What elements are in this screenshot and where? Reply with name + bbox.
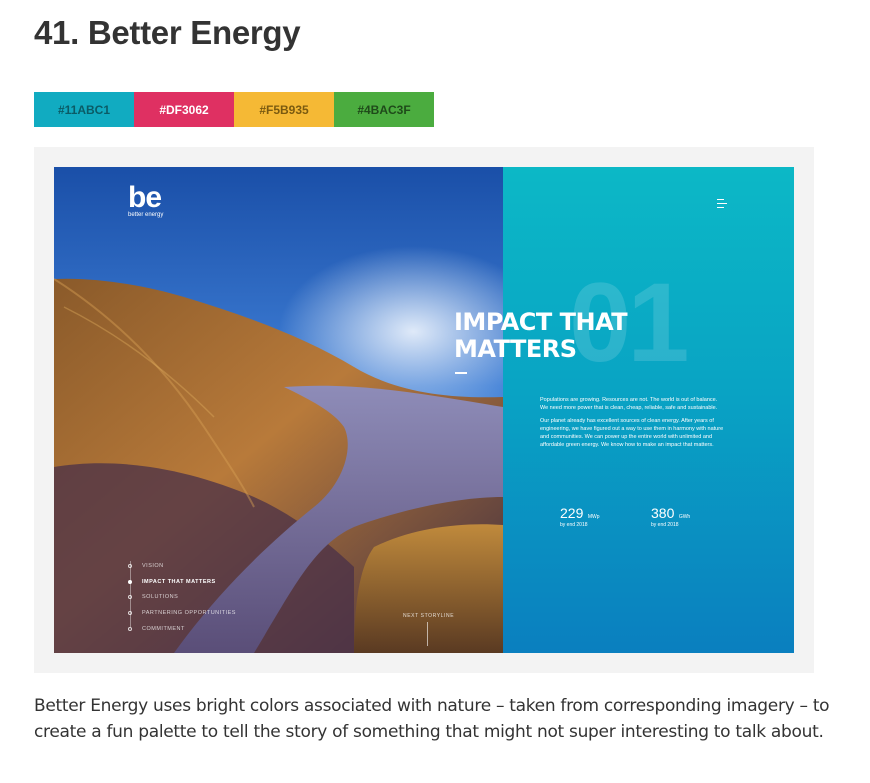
nav-dot-icon [128,579,132,584]
stat-note: by end 2018 [560,522,588,528]
nav-item-label: COMMITMENT [142,625,185,632]
stat-capacity: 229 MWp by end 2018 [560,505,599,528]
next-storyline-link[interactable]: NEXT STORYLINE [403,613,454,619]
nav-item-label: PARTNERING OPPORTUNITIES [142,609,236,616]
nav-item-commitment[interactable]: COMMITMENT [128,621,236,637]
swatch-yellow: #F5B935 [234,92,334,127]
screenshot-frame: be better energy 01 IMPACT THAT MATTERS … [34,147,814,673]
nav-item-impact[interactable]: IMPACT THAT MATTERS [128,574,236,590]
logo-mark: be [128,181,162,214]
stat-unit: GWh [678,514,691,520]
swatch-label: #F5B935 [259,102,309,117]
nav-item-label: IMPACT THAT MATTERS [142,578,216,585]
hamburger-icon[interactable] [717,199,729,208]
swatch-teal: #11ABC1 [34,92,134,127]
stat-value: 229 [560,505,584,521]
nav-dot-icon [128,563,132,568]
nav-dot-icon [128,610,132,615]
stat-value: 380 [651,505,675,521]
nav-item-label: SOLUTIONS [142,594,179,601]
paragraph: Our planet already has excellent sources… [540,418,724,448]
stat-production: 380 GWh by end 2018 [651,505,690,528]
article-title: 41. Better Energy [34,14,301,51]
color-palette: #11ABC1 #DF3062 #F5B935 #4BAC3F [34,92,434,127]
stat-note: by end 2018 [651,522,679,528]
nav-item-solutions[interactable]: SOLUTIONS [128,589,236,605]
paragraph: Populations are growing. Resources are n… [540,397,718,411]
story-nav: VISION IMPACT THAT MATTERS SOLUTIONS PAR… [128,558,236,636]
nav-item-vision[interactable]: VISION [128,558,236,574]
nav-dot-icon [128,595,132,600]
body-copy: Populations are growing. Resources are n… [540,396,726,454]
swatch-pink: #DF3062 [134,92,234,127]
website-screenshot: be better energy 01 IMPACT THAT MATTERS … [54,167,794,653]
stat-unit: MWp [587,514,600,520]
brand-logo[interactable]: be better energy [128,181,163,218]
swatch-label: #11ABC1 [57,102,111,117]
nav-item-label: VISION [142,562,164,569]
headline: IMPACT THAT MATTERS [454,308,628,363]
article-caption: Better Energy uses bright colors associa… [34,696,830,742]
headline-underline [455,372,467,374]
landscape-photo [54,167,503,653]
logo-wordmark: better energy [128,212,164,218]
nav-dot-icon [128,626,132,631]
swatch-green: #4BAC3F [334,92,434,127]
next-storyline-line [427,622,428,646]
nav-item-partnering[interactable]: PARTNERING OPPORTUNITIES [128,605,236,621]
swatch-label: #4BAC3F [357,102,411,117]
headline-line: MATTERS [454,335,577,363]
headline-line: IMPACT THAT [454,308,628,336]
swatch-label: #DF3062 [159,102,209,117]
